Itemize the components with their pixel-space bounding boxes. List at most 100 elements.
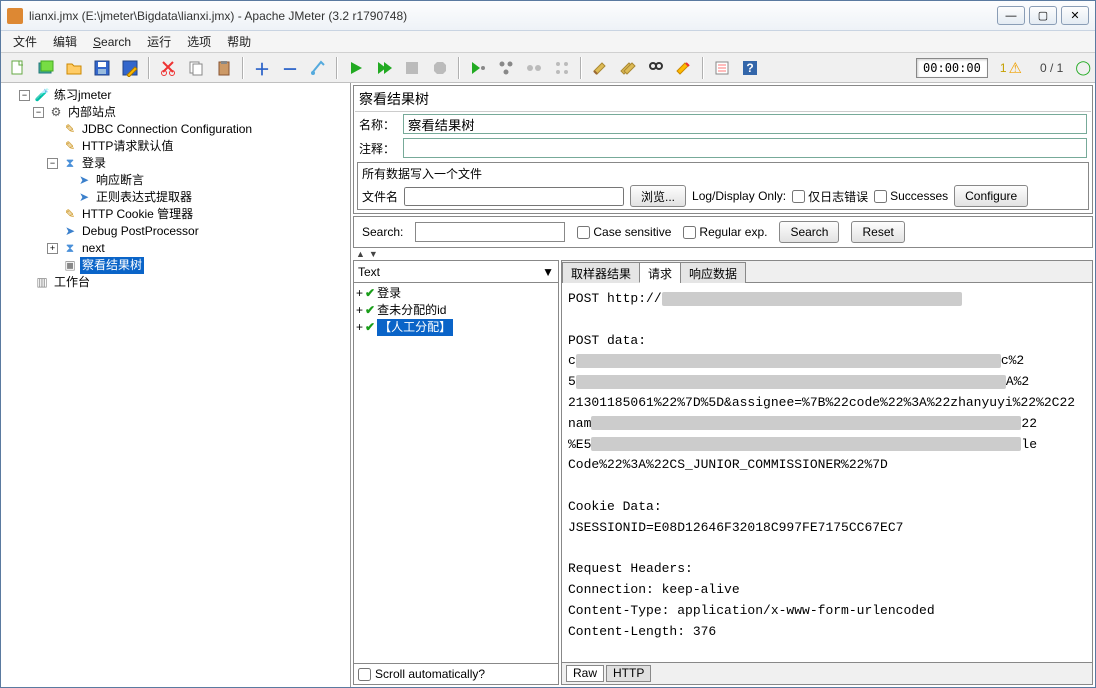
search-tree-button[interactable]: [643, 55, 669, 81]
separator: [148, 57, 150, 79]
stop-button[interactable]: [399, 55, 425, 81]
file-input[interactable]: [404, 187, 624, 206]
tab-response[interactable]: 响应数据: [680, 262, 746, 283]
search-input[interactable]: [415, 222, 565, 242]
search-bar: Search: Case sensitive Regular exp. Sear…: [353, 216, 1093, 248]
scroll-auto-checkbox[interactable]: Scroll automatically?: [354, 663, 558, 684]
status-icon: ◯: [1075, 59, 1091, 76]
comment-input[interactable]: [403, 138, 1087, 158]
tab-request[interactable]: 请求: [639, 262, 681, 283]
expand-button[interactable]: ＋: [249, 55, 275, 81]
warn-count: 1: [1000, 61, 1007, 75]
help-button[interactable]: ?: [737, 55, 763, 81]
name-label: 名称：: [359, 116, 399, 133]
browse-button[interactable]: 浏览...: [630, 185, 686, 207]
toolbar: ＋ － ? 00:00:00 1 ⚠ 0 / 1 ◯: [1, 53, 1095, 83]
open-button[interactable]: [61, 55, 87, 81]
tab-sampler[interactable]: 取样器结果: [562, 262, 640, 283]
results-list[interactable]: +✔登录 +✔查未分配的id +✔【人工分配】: [354, 283, 558, 663]
remote-stop-button[interactable]: [521, 55, 547, 81]
config-panel: 察看结果树 名称： 注释： 所有数据写入一个文件 文件名 浏览... Log/D…: [353, 85, 1093, 214]
svg-text:?: ?: [746, 61, 753, 75]
file-label: 文件名: [362, 188, 398, 205]
save-button[interactable]: [89, 55, 115, 81]
menubar: 文件 编辑 Search 运行 选项 帮助: [1, 31, 1095, 53]
remote-start-all-button[interactable]: [493, 55, 519, 81]
titlebar: lianxi.jmx (E:\jmeter\Bigdata\lianxi.jmx…: [1, 1, 1095, 31]
close-button[interactable]: ✕: [1061, 6, 1089, 25]
reset-button[interactable]: Reset: [851, 221, 904, 243]
search-label: Search:: [362, 225, 403, 239]
remote-start-button[interactable]: [465, 55, 491, 81]
file-fieldset: 所有数据写入一个文件 文件名 浏览... Log/Display Only: 仅…: [357, 162, 1089, 210]
separator: [336, 57, 338, 79]
app-icon: [7, 8, 23, 24]
separator: [458, 57, 460, 79]
case-checkbox[interactable]: Case sensitive: [577, 225, 671, 239]
logonly-label: Log/Display Only:: [692, 189, 786, 203]
function-helper-button[interactable]: [709, 55, 735, 81]
minimize-button[interactable]: —: [997, 6, 1025, 25]
window-title: lianxi.jmx (E:\jmeter\Bigdata\lianxi.jmx…: [29, 9, 407, 23]
new-button[interactable]: [5, 55, 31, 81]
tab-http[interactable]: HTTP: [606, 665, 651, 682]
regex-checkbox[interactable]: Regular exp.: [683, 225, 767, 239]
detail-tabs: 取样器结果 请求 响应数据: [562, 261, 1092, 283]
menu-help[interactable]: 帮助: [221, 31, 257, 52]
menu-options[interactable]: 选项: [181, 31, 217, 52]
errors-only-checkbox[interactable]: 仅日志错误: [792, 188, 868, 205]
elapsed-time: 00:00:00: [916, 58, 988, 78]
save-as-button[interactable]: [117, 55, 143, 81]
result-item[interactable]: +✔登录: [356, 285, 556, 302]
successes-checkbox[interactable]: Successes: [874, 189, 948, 203]
configure-button[interactable]: Configure: [954, 185, 1028, 207]
separator: [702, 57, 704, 79]
tree-next[interactable]: +⧗next: [45, 240, 348, 257]
separator: [580, 57, 582, 79]
remote-shutdown-button[interactable]: [549, 55, 575, 81]
results-panel: Text▼ +✔登录 +✔查未分配的id +✔【人工分配】 Scroll aut…: [353, 260, 559, 685]
menu-edit[interactable]: 编辑: [47, 31, 83, 52]
tree-regex[interactable]: ➤正则表达式提取器: [59, 189, 348, 206]
detail-panel: 取样器结果 请求 响应数据 POST http:// POST data: cc…: [561, 260, 1093, 685]
clear-all-button[interactable]: [615, 55, 641, 81]
start-button[interactable]: [343, 55, 369, 81]
tab-raw[interactable]: Raw: [566, 665, 604, 682]
test-plan-tree[interactable]: −🧪练习jmeter −⚙内部站点 ✎JDBC Connection Confi…: [1, 83, 351, 687]
cut-button[interactable]: [155, 55, 181, 81]
collapse-button[interactable]: －: [277, 55, 303, 81]
request-body[interactable]: POST http:// POST data: cc%2 5A%2 213011…: [562, 283, 1092, 662]
menu-search[interactable]: Search: [87, 33, 137, 51]
tree-assertion[interactable]: ➤响应断言: [59, 172, 348, 189]
start-no-pause-button[interactable]: [371, 55, 397, 81]
result-item[interactable]: +✔查未分配的id: [356, 302, 556, 319]
reset-search-button[interactable]: [671, 55, 697, 81]
thread-count: 0 / 1: [1040, 61, 1063, 75]
shutdown-button[interactable]: [427, 55, 453, 81]
tree-thread-group[interactable]: −⚙内部站点: [31, 104, 348, 121]
tree-workbench[interactable]: ▥工作台: [17, 274, 348, 291]
templates-button[interactable]: [33, 55, 59, 81]
tree-view-results[interactable]: ▣察看结果树: [45, 257, 348, 274]
menu-file[interactable]: 文件: [7, 31, 43, 52]
tree-root[interactable]: −🧪练习jmeter: [17, 87, 348, 104]
tree-login[interactable]: −⧗登录: [45, 155, 348, 172]
splitter-handles[interactable]: ▲▼: [352, 249, 1094, 259]
tree-debug[interactable]: ➤Debug PostProcessor: [45, 223, 348, 240]
tree-cookie-mgr[interactable]: ✎HTTP Cookie 管理器: [45, 206, 348, 223]
renderer-dropdown[interactable]: Text▼: [354, 261, 558, 283]
separator: [242, 57, 244, 79]
toggle-button[interactable]: [305, 55, 331, 81]
search-button[interactable]: Search: [779, 221, 839, 243]
tree-jdbc[interactable]: ✎JDBC Connection Configuration: [45, 121, 348, 138]
copy-button[interactable]: [183, 55, 209, 81]
panel-title: 察看结果树: [355, 87, 1091, 112]
paste-button[interactable]: [211, 55, 237, 81]
menu-run[interactable]: 运行: [141, 31, 177, 52]
maximize-button[interactable]: ▢: [1029, 6, 1057, 25]
result-item[interactable]: +✔【人工分配】: [356, 319, 556, 336]
chevron-down-icon: ▼: [542, 265, 554, 279]
clear-button[interactable]: [587, 55, 613, 81]
name-input[interactable]: [403, 114, 1087, 134]
tree-http-defaults[interactable]: ✎HTTP请求默认值: [45, 138, 348, 155]
